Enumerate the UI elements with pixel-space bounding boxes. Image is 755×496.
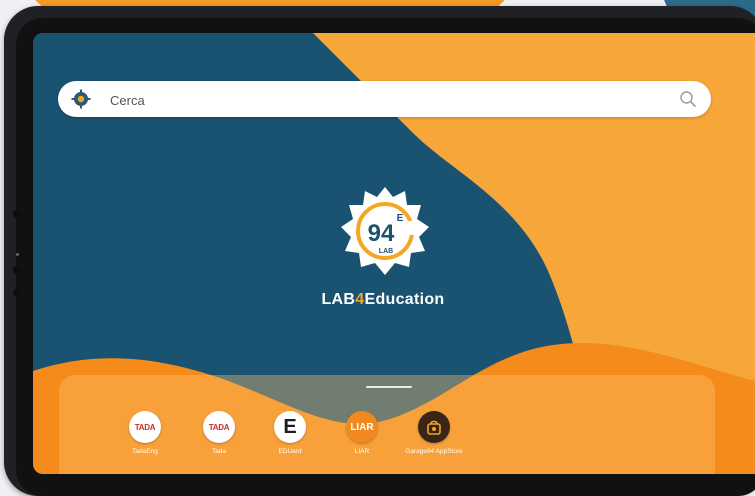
gear-logo-icon (71, 89, 91, 109)
brand-prefix: LAB (321, 291, 356, 308)
tada-icon-text: TADA (208, 422, 230, 432)
svg-text:LAB: LAB (379, 248, 393, 255)
eduard-app-icon[interactable]: E (274, 411, 306, 443)
app-dock: TADA TadaEng TADA Tada E EDUard LIAR LIA… (59, 375, 715, 474)
camera-sensor (16, 253, 19, 256)
tadaeng-icon-text: TADA (134, 422, 156, 432)
search-bar[interactable] (58, 81, 711, 117)
eduard-icon-text: E (283, 416, 297, 438)
app-tada[interactable]: TADA Tada (184, 411, 254, 455)
side-button (13, 289, 21, 297)
app-label: LIAR (354, 448, 370, 455)
app-eduard[interactable]: E EDUard (255, 411, 325, 455)
liar-icon-text: LIAR (350, 421, 374, 433)
search-icon[interactable] (679, 90, 697, 108)
appstore-bag-icon[interactable] (418, 411, 450, 443)
tadaeng-app-icon[interactable]: TADA (129, 411, 161, 443)
dock-handle[interactable] (366, 386, 412, 388)
app-label: TadaEng (132, 448, 158, 455)
side-button (13, 210, 21, 218)
app-label: EDUard (278, 448, 302, 455)
app-tadaeng[interactable]: TADA TadaEng (110, 411, 180, 455)
app-garage94-appstore[interactable]: Garage94 AppStore (399, 411, 469, 455)
search-input[interactable] (108, 89, 672, 111)
home-screen: 94 E LAB LAB4Education TADA TadaEng TADA… (33, 33, 755, 474)
svg-text:94: 94 (368, 220, 395, 247)
brand-name: LAB4Education (283, 291, 483, 309)
liar-app-icon[interactable]: LIAR (346, 411, 378, 443)
shopping-bag-icon (427, 420, 441, 435)
app-label: Tada (211, 448, 227, 455)
app-liar[interactable]: LIAR LIAR (327, 411, 397, 455)
tada-app-icon[interactable]: TADA (203, 411, 235, 443)
lab4education-logo: 94 E LAB (341, 187, 429, 275)
app-label: Garage94 AppStore (405, 448, 463, 455)
svg-text:E: E (397, 213, 404, 224)
brand-suffix: Education (364, 291, 445, 308)
side-button (13, 266, 21, 274)
